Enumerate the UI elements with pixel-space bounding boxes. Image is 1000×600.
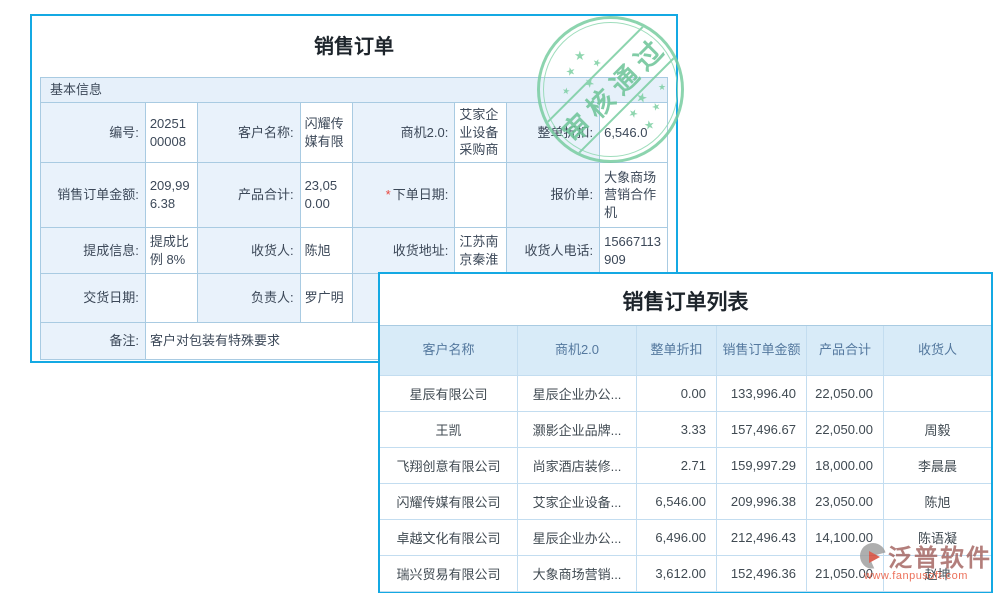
amount-cell: 22,050.00 [807, 376, 884, 412]
required-asterisk: * [386, 186, 391, 204]
amount-cell: 23,050.00 [807, 484, 884, 520]
form-label: 收货人: [198, 228, 301, 274]
form-label: 收货人电话: [507, 228, 600, 274]
form-value: 艾家企业设备采购商 [455, 103, 507, 163]
customer-link[interactable]: 闪耀传媒有限公司 [380, 484, 518, 520]
amount-cell: 6,546.00 [637, 484, 717, 520]
form-value: 15667113909 [600, 228, 667, 274]
list-title: 销售订单列表 [380, 286, 991, 316]
list-header-row: 客户名称商机2.0整单折扣销售订单金额产品合计收货人 [380, 326, 991, 376]
list-row[interactable]: 飞翔创意有限公司尚家酒店装修...2.71159,997.2918,000.00… [380, 448, 991, 484]
list-row[interactable]: 瑞兴贸易有限公司大象商场营销...3,612.00152,496.3621,05… [380, 556, 991, 592]
form-value: 提成比例 8% [146, 228, 198, 274]
list-row[interactable]: 闪耀传媒有限公司艾家企业设备...6,546.00209,996.3823,05… [380, 484, 991, 520]
amount-cell: 0.00 [637, 376, 717, 412]
amount-cell: 157,496.67 [717, 412, 807, 448]
form-label: *下单日期: [353, 163, 456, 228]
amount-cell: 133,996.40 [717, 376, 807, 412]
form-row: 提成信息:提成比例 8%收货人:陈旭收货地址:江苏南京秦淮收货人电话:15667… [41, 228, 667, 274]
form-value: 闪耀传媒有限 [301, 103, 353, 163]
form-label: 产品合计: [198, 163, 301, 228]
amount-cell: 3,612.00 [637, 556, 717, 592]
form-value: 陈旭 [301, 228, 353, 274]
form-label: 客户名称: [198, 103, 301, 163]
opportunity-link[interactable]: 艾家企业设备... [518, 484, 637, 520]
amount-cell: 209,996.38 [717, 484, 807, 520]
form-value: 23,050.00 [301, 163, 353, 228]
amount-cell: 6,496.00 [637, 520, 717, 556]
form-value: 209,996.38 [146, 163, 198, 228]
form-row: 编号:2025100008客户名称:闪耀传媒有限商机2.0:艾家企业设备采购商整… [41, 103, 667, 163]
form-label: 提成信息: [41, 228, 146, 274]
form-label: 备注: [41, 323, 146, 359]
form-label: 收货地址: [353, 228, 456, 274]
form-label: 整单折扣: [507, 103, 600, 163]
column-header: 产品合计 [807, 326, 884, 376]
list-row[interactable]: 星辰有限公司星辰企业办公...0.00133,996.4022,050.00 [380, 376, 991, 412]
amount-cell: 14,100.00 [807, 520, 884, 556]
amount-cell: 2.71 [637, 448, 717, 484]
opportunity-link[interactable]: 灏影企业品牌... [518, 412, 637, 448]
amount-cell: 21,050.00 [807, 556, 884, 592]
customer-link[interactable]: 卓越文化有限公司 [380, 520, 518, 556]
form-label: 销售订单金额: [41, 163, 146, 228]
consignee-cell: 陈旭 [884, 484, 991, 520]
opportunity-link[interactable]: 星辰企业办公... [518, 520, 637, 556]
consignee-cell [884, 376, 991, 412]
consignee-cell: 陈语凝 [884, 520, 991, 556]
form-label: 负责人: [198, 274, 301, 323]
amount-cell: 159,997.29 [717, 448, 807, 484]
form-value: 大象商场营销合作机 [600, 163, 667, 228]
form-value: 罗广明 [301, 274, 353, 323]
page: 销售订单 基本信息 编号:2025100008客户名称:闪耀传媒有限商机2.0:… [0, 0, 1000, 600]
customer-link[interactable]: 飞翔创意有限公司 [380, 448, 518, 484]
form-label: 编号: [41, 103, 146, 163]
column-header: 客户名称 [380, 326, 518, 376]
form-row: 销售订单金额:209,996.38产品合计:23,050.00*下单日期: 报价单… [41, 163, 667, 228]
amount-cell: 152,496.36 [717, 556, 807, 592]
amount-cell: 3.33 [637, 412, 717, 448]
form-label: 交货日期: [41, 274, 146, 323]
form-value: 江苏南京秦淮 [455, 228, 507, 274]
form-value: 2025100008 [146, 103, 198, 163]
section-basic-info: 基本信息 [40, 77, 668, 103]
form-title: 销售订单 [32, 30, 676, 59]
column-header: 整单折扣 [637, 326, 717, 376]
column-header: 收货人 [884, 326, 991, 376]
amount-cell: 22,050.00 [807, 412, 884, 448]
customer-link[interactable]: 瑞兴贸易有限公司 [380, 556, 518, 592]
customer-link[interactable]: 王凯 [380, 412, 518, 448]
list-row[interactable]: 卓越文化有限公司星辰企业办公...6,496.00212,496.4314,10… [380, 520, 991, 556]
amount-cell: 212,496.43 [717, 520, 807, 556]
form-value: 6,546.0 [600, 103, 667, 163]
form-label: 报价单: [507, 163, 600, 228]
column-header: 销售订单金额 [717, 326, 807, 376]
consignee-cell: 周毅 [884, 412, 991, 448]
amount-cell: 18,000.00 [807, 448, 884, 484]
sales-order-list-window: 销售订单列表 客户名称商机2.0整单折扣销售订单金额产品合计收货人星辰有限公司星… [378, 272, 993, 593]
customer-link[interactable]: 星辰有限公司 [380, 376, 518, 412]
consignee-cell: 李晨晨 [884, 448, 991, 484]
column-header: 商机2.0 [518, 326, 637, 376]
opportunity-link[interactable]: 尚家酒店装修... [518, 448, 637, 484]
form-value [455, 163, 507, 228]
list-row[interactable]: 王凯灏影企业品牌...3.33157,496.6722,050.00周毅 [380, 412, 991, 448]
consignee-cell: 赵坤 [884, 556, 991, 592]
form-label: 商机2.0: [353, 103, 456, 163]
order-list-table: 客户名称商机2.0整单折扣销售订单金额产品合计收货人星辰有限公司星辰企业办公..… [380, 325, 991, 592]
form-value [146, 274, 198, 323]
opportunity-link[interactable]: 星辰企业办公... [518, 376, 637, 412]
opportunity-link[interactable]: 大象商场营销... [518, 556, 637, 592]
